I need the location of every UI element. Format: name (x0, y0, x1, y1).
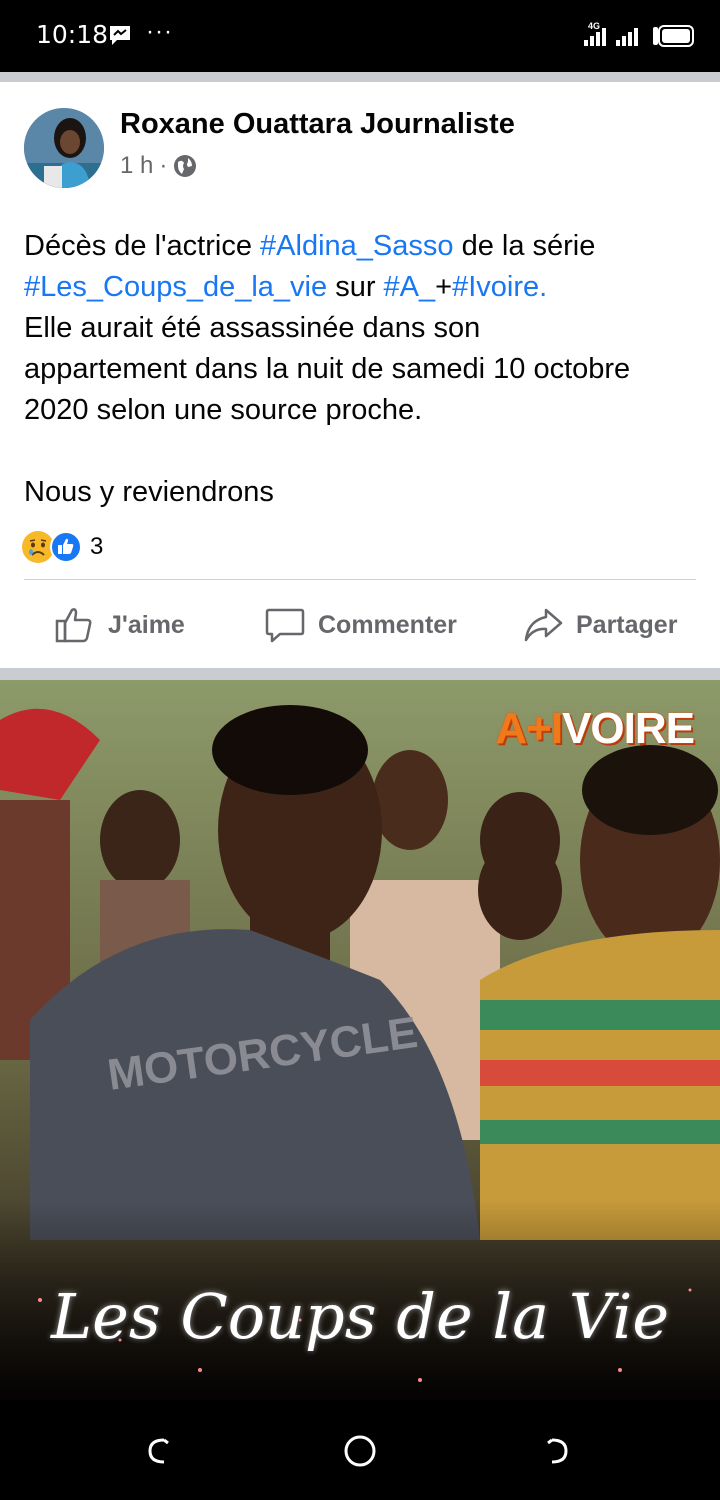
globe-icon (174, 155, 197, 177)
like-button[interactable]: J'aime (54, 598, 185, 652)
post-line-2: #Les_Coups_de_la_vie sur #A_+#Ivoire. (24, 271, 548, 303)
channel-logo-text: A+I (495, 704, 563, 753)
recent-apps-icon[interactable] (540, 1434, 574, 1468)
comment-button[interactable]: Commenter (264, 598, 457, 652)
messenger-icon (110, 26, 130, 45)
post-actions: J'aime Commenter Partager (0, 598, 720, 652)
like-label: J'aime (108, 610, 185, 639)
status-bar: 10:18 ··· 4G (0, 0, 720, 72)
more-icon: ··· (146, 18, 173, 45)
thumbs-up-icon (55, 608, 92, 643)
post-line-1: Décès de l'actrice #Aldina_Sasso de la s… (24, 230, 596, 262)
signal-icon-2 (616, 28, 638, 46)
system-nav-bar (0, 1400, 720, 1500)
hashtag-les-coups-de-la-vie[interactable]: #Les_Coups_de_la_vie (24, 271, 327, 303)
feed-separator-2 (0, 668, 720, 680)
battery-icon (653, 25, 694, 47)
share-label: Partager (576, 610, 678, 639)
home-icon[interactable] (343, 1434, 377, 1468)
post-line-3: Elle aurait été assassinée dans son (24, 312, 481, 344)
share-button[interactable]: Partager (522, 598, 677, 652)
avatar[interactable] (24, 108, 104, 188)
hashtag-aldina-sasso[interactable]: #Aldina_Sasso (260, 230, 453, 262)
post-meta: 1 h · (120, 152, 197, 180)
feed-separator (0, 72, 720, 82)
status-time: 10:18 (36, 20, 109, 49)
post-line-blank (24, 431, 704, 472)
author-name[interactable]: Roxane Ouattara Journaliste (120, 108, 515, 141)
avatar-image (24, 108, 104, 188)
share-icon (524, 608, 563, 642)
comment-label: Commenter (318, 610, 457, 639)
post-image[interactable]: MOTORCYCLE A+I VOIRE Les Coups de la Vie (0, 680, 720, 1400)
show-title: Les Coups de la Vie (50, 1280, 670, 1353)
channel-logo: A+I VOIRE (495, 702, 695, 756)
post-line-4: appartement dans la nuit de samedi 10 oc… (24, 353, 631, 385)
post-line-6: Nous y reviendrons (24, 476, 274, 508)
meta-separator: · (159, 152, 168, 179)
divider (24, 579, 696, 580)
signal-icon (584, 28, 606, 46)
comment-icon (265, 608, 305, 643)
hashtag-ivoire[interactable]: #Ivoire (452, 271, 539, 303)
like-reaction-icon (50, 531, 82, 563)
channel-logo-text-2: VOIRE (562, 704, 695, 753)
post-card: Roxane Ouattara Journaliste 1 h · Décès … (0, 82, 720, 668)
post-text: Décès de l'actrice #Aldina_Sasso de la s… (24, 226, 704, 513)
hashtag-a[interactable]: #A_ (384, 271, 436, 303)
post-time[interactable]: 1 h (120, 152, 153, 180)
post-line-5: 2020 selon une source proche. (24, 394, 423, 426)
back-icon[interactable] (142, 1434, 176, 1468)
reactions-summary[interactable]: 3 (22, 530, 103, 564)
reaction-count: 3 (90, 533, 104, 560)
